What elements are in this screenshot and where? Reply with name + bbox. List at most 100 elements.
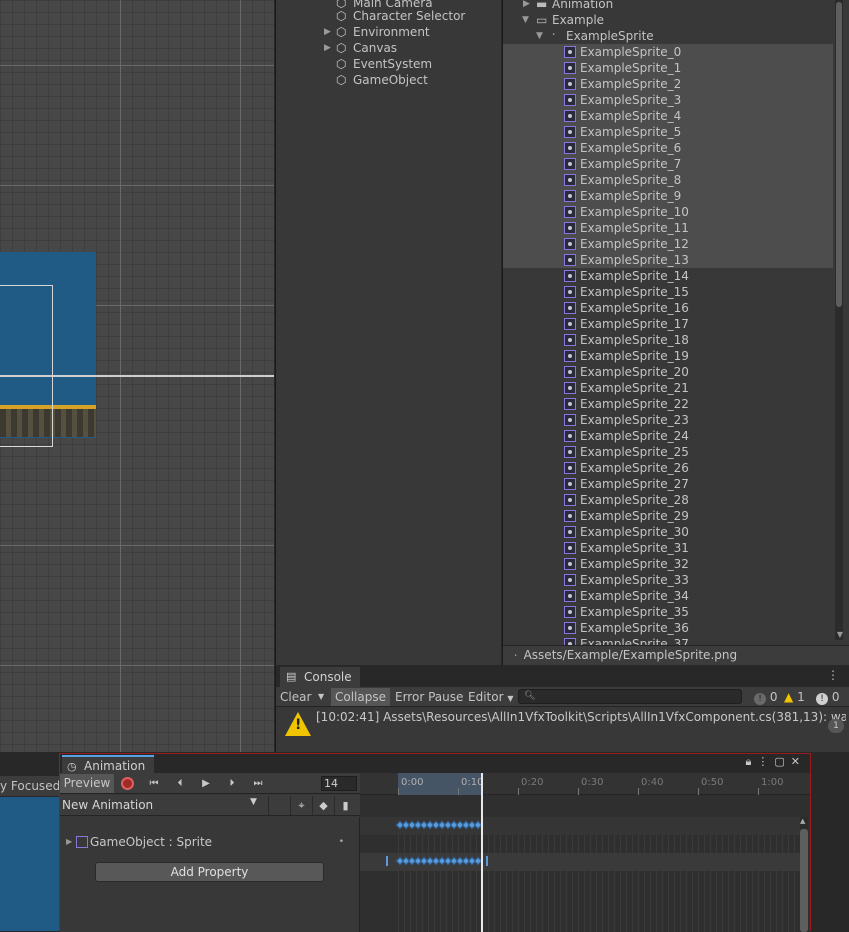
collapse-button[interactable]: Collapse — [331, 688, 390, 706]
scrollbar-thumb[interactable] — [800, 829, 808, 932]
clear-button[interactable]: Clear — [276, 688, 315, 706]
console-message-row[interactable]: ! [10:02:41] Assets\Resources\AllIn1VfxT… — [276, 707, 849, 752]
folder-example[interactable]: ▼ ▭ Example — [503, 12, 833, 28]
sprite-icon — [564, 158, 576, 170]
sprite-item[interactable]: ExampleSprite_13 — [503, 252, 833, 268]
sprite-item[interactable]: ExampleSprite_2 — [503, 76, 833, 92]
scroll-down-icon[interactable]: ▼ — [837, 630, 843, 639]
timeline-ruler[interactable]: 0:00 0:10 0:20 0:30 0:40 0:50 1:00 — [360, 773, 810, 795]
console-search-input[interactable]: 🔍︎ — [518, 689, 742, 704]
sprite-item[interactable]: ExampleSprite_20 — [503, 364, 833, 380]
expand-arrow-icon[interactable]: ▶ — [324, 40, 334, 56]
scroll-up-icon[interactable]: ▲ — [800, 817, 805, 825]
next-keyframe-icon[interactable]: ⏵ — [222, 774, 242, 793]
collapse-arrow-icon[interactable]: ▼ — [522, 12, 529, 28]
maximize-icon[interactable]: ▢ — [774, 755, 790, 768]
sprite-item[interactable]: ExampleSprite_21 — [503, 380, 833, 396]
property-row[interactable]: ▶ GameObject : Sprite • — [66, 833, 354, 851]
sprite-item[interactable]: ExampleSprite_18 — [503, 332, 833, 348]
clear-dropdown-icon[interactable]: ▼ — [314, 688, 328, 706]
sprite-item[interactable]: ExampleSprite_8 — [503, 172, 833, 188]
record-button[interactable] — [121, 777, 134, 790]
hierarchy-item-environment[interactable]: ▶ ⬡ Environment — [276, 24, 501, 40]
previous-keyframe-icon[interactable]: ⏴ — [170, 774, 190, 793]
sprite-item[interactable]: ExampleSprite_36 — [503, 620, 833, 636]
filter-icon[interactable] — [268, 796, 290, 815]
sprite-item[interactable]: ExampleSprite_3 — [503, 92, 833, 108]
add-property-button[interactable]: Add Property — [95, 862, 324, 882]
clip-dropdown[interactable]: New Animation — [62, 797, 266, 814]
sprite-icon — [564, 542, 576, 554]
sprite-item[interactable]: ExampleSprite_28 — [503, 492, 833, 508]
play-icon[interactable]: ▶ — [196, 774, 216, 793]
sprite-item[interactable]: ExampleSprite_1 — [503, 60, 833, 76]
sprite-item[interactable]: ExampleSprite_23 — [503, 412, 833, 428]
keyframe-target-icon[interactable]: ⌖ — [290, 796, 312, 815]
selection-bracket[interactable] — [486, 856, 488, 866]
selection-bracket[interactable] — [386, 856, 388, 866]
hierarchy-item-gameobject[interactable]: ⬡ GameObject — [276, 72, 501, 88]
dopesheet[interactable]: 0:00 0:10 0:20 0:30 0:40 0:50 1:00 — [360, 773, 810, 932]
warning-toggle[interactable]: ▲ 1 — [780, 688, 809, 706]
sprite-item[interactable]: ExampleSprite_7 — [503, 156, 833, 172]
sprite-item[interactable]: ExampleSprite_12 — [503, 236, 833, 252]
error-toggle[interactable]: ! 0 — [812, 688, 843, 706]
sprite-item[interactable]: ExampleSprite_11 — [503, 220, 833, 236]
sprite-item[interactable]: ExampleSprite_32 — [503, 556, 833, 572]
error-pause-button[interactable]: Error Pause — [391, 688, 467, 706]
project-scrollbar[interactable] — [835, 0, 843, 640]
folder-animation[interactable]: ▶ ▬ Animation — [503, 0, 833, 12]
asset-examplesprite[interactable]: ▼ ⠐ ExampleSprite — [503, 28, 833, 44]
sprite-item[interactable]: ExampleSprite_9 — [503, 188, 833, 204]
expand-arrow-icon[interactable]: ▶ — [324, 24, 334, 40]
sprite-item[interactable]: ExampleSprite_6 — [503, 140, 833, 156]
sprite-item[interactable]: ExampleSprite_31 — [503, 540, 833, 556]
sprite-item[interactable]: ExampleSprite_30 — [503, 524, 833, 540]
hierarchy-item-character-selector[interactable]: ⬡ Character Selector — [276, 8, 501, 24]
scrollbar-thumb[interactable] — [836, 2, 842, 307]
sprite-item[interactable]: ExampleSprite_25 — [503, 444, 833, 460]
sprite-item[interactable]: ExampleSprite_4 — [503, 108, 833, 124]
collapse-arrow-icon[interactable]: ▼ — [536, 28, 543, 44]
hierarchy-item-eventsystem[interactable]: ⬡ EventSystem — [276, 56, 501, 72]
sprite-item[interactable]: ExampleSprite_34 — [503, 588, 833, 604]
log-toggle[interactable]: ! 0 — [750, 688, 781, 706]
sprite-item[interactable]: ExampleSprite_16 — [503, 300, 833, 316]
add-keyframe-icon[interactable]: ◆ — [312, 796, 334, 815]
sprite-item[interactable]: ExampleSprite_5 — [503, 124, 833, 140]
more-options-icon[interactable]: ⋮ — [827, 668, 839, 682]
editor-dropdown[interactable]: Editor ▼ — [464, 688, 518, 706]
sprite-item[interactable]: ExampleSprite_27 — [503, 476, 833, 492]
more-options-icon[interactable]: ⋮ — [757, 755, 774, 768]
scene-view[interactable] — [0, 0, 274, 752]
dopesheet-scrollbar[interactable]: ▲ — [800, 817, 808, 932]
lock-icon[interactable]: 🔒︎ — [746, 755, 758, 768]
sprite-item[interactable]: ExampleSprite_33 — [503, 572, 833, 588]
sprite-item[interactable]: ExampleSprite_35 — [503, 604, 833, 620]
sprite-item[interactable]: ExampleSprite_15 — [503, 284, 833, 300]
playhead[interactable] — [481, 773, 483, 932]
sprite-item[interactable]: ExampleSprite_22 — [503, 396, 833, 412]
expand-arrow-icon[interactable]: ▶ — [66, 833, 72, 851]
close-icon[interactable]: ✕ — [791, 755, 806, 768]
chevron-down-icon[interactable]: ▼ — [250, 797, 257, 807]
sprite-item[interactable]: ExampleSprite_0 — [503, 44, 833, 60]
tab-console[interactable]: ▤ Console — [280, 667, 360, 687]
property-options-icon[interactable]: • — [339, 833, 344, 851]
expand-arrow-icon[interactable]: ▶ — [523, 0, 530, 12]
hierarchy-item-canvas[interactable]: ▶ ⬡ Canvas — [276, 40, 501, 56]
last-keyframe-icon[interactable]: ⏭ — [248, 774, 268, 793]
first-keyframe-icon[interactable]: ⏮ — [144, 774, 164, 793]
add-event-icon[interactable]: ▮ — [334, 796, 356, 815]
sprite-item[interactable]: ExampleSprite_19 — [503, 348, 833, 364]
sprite-item[interactable]: ExampleSprite_14 — [503, 268, 833, 284]
tab-animation[interactable]: ◷ Animation — [62, 755, 154, 774]
sprite-item[interactable]: ExampleSprite_10 — [503, 204, 833, 220]
sprite-item[interactable]: ExampleSprite_24 — [503, 428, 833, 444]
sprite-item[interactable]: ExampleSprite_26 — [503, 460, 833, 476]
sprite-item[interactable]: ExampleSprite_29 — [503, 508, 833, 524]
frame-input[interactable]: 14 — [321, 776, 357, 791]
preview-button[interactable]: Preview — [60, 774, 114, 793]
sprite-item[interactable]: ExampleSprite_17 — [503, 316, 833, 332]
hierarchy-panel: ⬡ Main Camera ⬡ Character Selector ▶ ⬡ E… — [275, 0, 501, 665]
